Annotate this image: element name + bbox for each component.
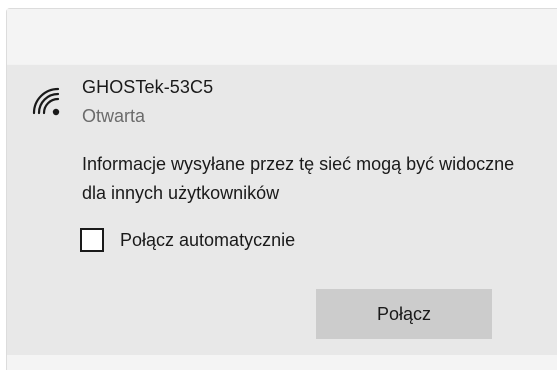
next-network-area (7, 355, 557, 370)
connect-button[interactable]: Połącz (316, 289, 492, 339)
wifi-signal-icon (32, 87, 60, 116)
flyout-header-area (7, 9, 557, 64)
auto-connect-checkbox[interactable] (80, 228, 104, 252)
auto-connect-label: Połącz automatycznie (120, 229, 296, 250)
security-warning-text: Informacje wysyłane przez tę sieć mogą b… (82, 154, 515, 203)
auto-connect-option[interactable]: Połącz automatycznie (80, 228, 295, 252)
network-name: GHOSTek-53C5 (82, 77, 214, 97)
network-security-status: Otwarta (82, 106, 146, 126)
